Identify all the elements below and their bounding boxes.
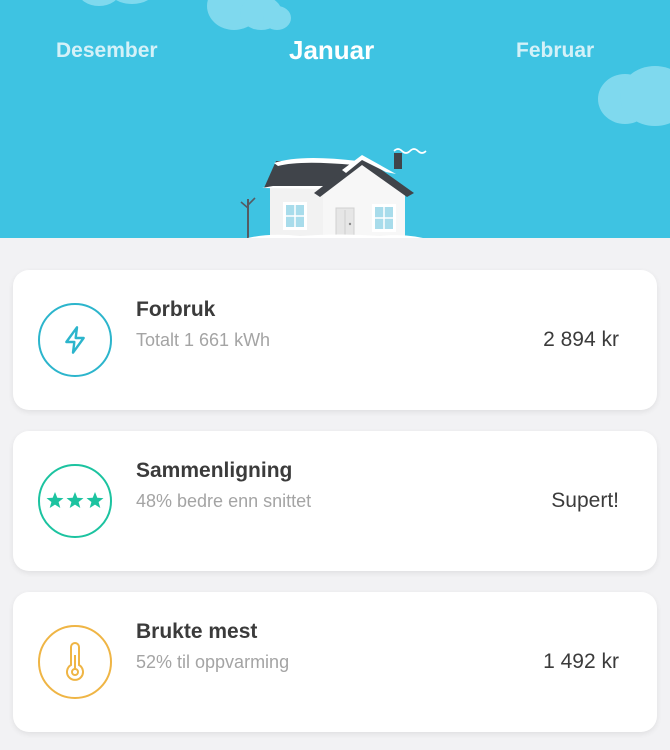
- card-value: Supert!: [551, 489, 619, 512]
- card-subtitle: Totalt 1 661 kWh: [136, 330, 271, 350]
- lightning-icon: [65, 326, 85, 354]
- consumption-icon-ring: [38, 303, 112, 377]
- month-next[interactable]: Februar: [516, 39, 594, 63]
- card-value: 1 492 kr: [543, 650, 619, 673]
- month-previous[interactable]: Desember: [56, 39, 158, 63]
- consumption-card[interactable]: Forbruk Totalt 1 661 kWh 2 894 kr: [13, 270, 657, 410]
- cloud-decoration: [78, 0, 120, 6]
- thermometer-icon: [66, 642, 84, 681]
- cloud-decoration: [110, 0, 154, 4]
- ground: [0, 238, 670, 250]
- comparison-card[interactable]: Sammenligning 48% bedre enn snittet Supe…: [13, 431, 657, 571]
- month-header: Desember Januar Februar: [0, 0, 670, 241]
- snowy-house-illustration: [238, 148, 434, 241]
- three-stars-icon: [46, 492, 104, 508]
- card-title: Sammenligning: [136, 459, 293, 482]
- card-subtitle: 52% til oppvarming: [136, 652, 290, 672]
- card-title: Forbruk: [136, 298, 216, 321]
- card-title: Brukte mest: [136, 620, 258, 643]
- most-used-icon-ring: [38, 625, 112, 699]
- comparison-icon-ring: [38, 464, 112, 538]
- most-used-card[interactable]: Brukte mest 52% til oppvarming 1 492 kr: [13, 592, 657, 732]
- cloud-decoration: [263, 6, 291, 30]
- card-subtitle: 48% bedre enn snittet: [136, 491, 312, 511]
- card-value: 2 894 kr: [543, 328, 619, 351]
- month-current[interactable]: Januar: [289, 35, 374, 66]
